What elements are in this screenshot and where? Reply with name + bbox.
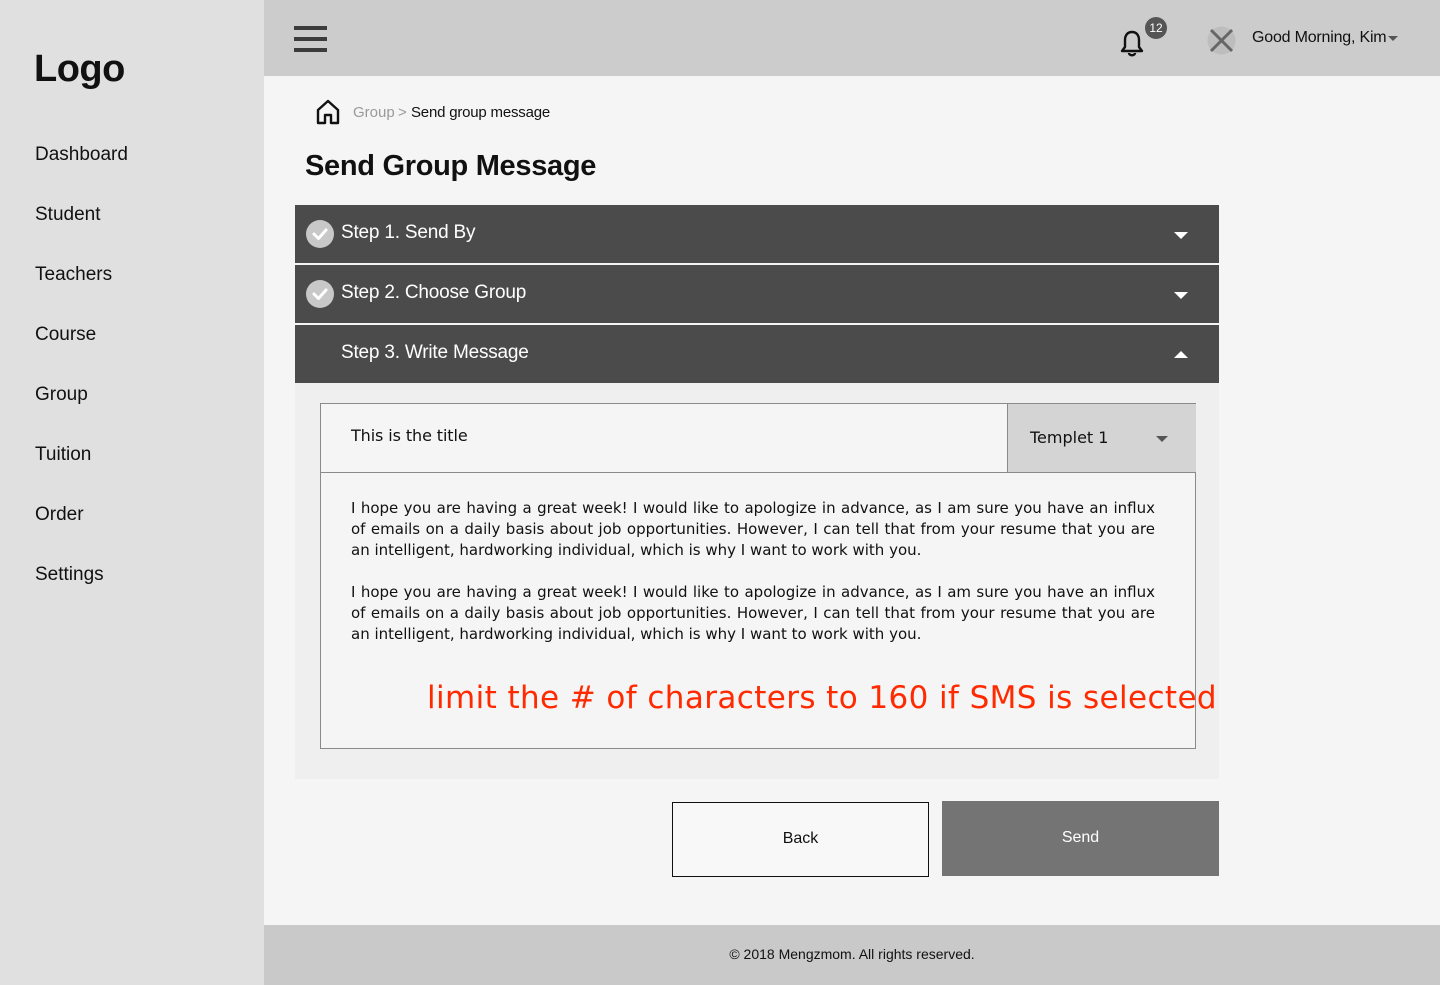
chevron-down-icon[interactable]: [1388, 36, 1398, 41]
chevron-down-icon: [1174, 232, 1188, 239]
template-selected-value: Templet 1: [1030, 428, 1109, 447]
message-body-paragraph: I hope you are having a great week! I wo…: [351, 583, 1155, 643]
step-1-header[interactable]: Step 1. Send By: [295, 205, 1219, 263]
template-select[interactable]: Templet 1: [1007, 404, 1196, 472]
hamburger-menu-icon[interactable]: [294, 26, 327, 52]
step-3-header[interactable]: Step 3. Write Message: [295, 325, 1219, 383]
sidebar-item-teachers[interactable]: Teachers: [35, 263, 112, 287]
footer: © 2018 Mengzmom. All rights reserved.: [264, 925, 1440, 985]
step-3-label: Step 3. Write Message: [341, 342, 529, 363]
design-annotation: limit the # of characters to 160 if SMS …: [427, 680, 1217, 716]
send-button-label: Send: [1061, 829, 1100, 846]
step-2-label: Step 2. Choose Group: [341, 282, 527, 303]
check-circle-icon: [306, 280, 334, 308]
copyright-text: © 2018 Mengzmom. All rights reserved.: [729, 946, 975, 962]
sidebar-item-course[interactable]: Course: [35, 323, 96, 347]
breadcrumb-current: Send group message: [411, 104, 550, 121]
chevron-down-icon: [1156, 436, 1168, 442]
sidebar-item-tuition[interactable]: Tuition: [35, 443, 91, 467]
user-greeting[interactable]: Good Morning, Kim: [1252, 29, 1387, 47]
message-body-paragraph: I hope you are having a great week! I wo…: [351, 499, 1155, 559]
top-bar: 12 Good Morning, Kim: [264, 0, 1440, 76]
back-button-label: Back: [782, 830, 819, 847]
bell-icon[interactable]: [1119, 29, 1145, 59]
home-icon[interactable]: [316, 99, 340, 125]
message-title-input[interactable]: This is the title: [351, 426, 951, 445]
back-button[interactable]: Back: [672, 802, 929, 877]
message-body-textarea[interactable]: I hope you are having a great week! I wo…: [351, 498, 1155, 666]
page-title: Send Group Message: [305, 150, 597, 182]
sidebar-item-settings[interactable]: Settings: [35, 563, 104, 587]
breadcrumb-separator: >: [398, 104, 407, 121]
chevron-up-icon: [1174, 351, 1188, 358]
step-1-label: Step 1. Send By: [341, 222, 476, 243]
sidebar-item-order[interactable]: Order: [35, 503, 84, 527]
sidebar-item-dashboard[interactable]: Dashboard: [35, 143, 128, 167]
breadcrumb-group-link[interactable]: Group: [353, 104, 395, 121]
check-circle-icon: [306, 220, 334, 248]
notification-count-badge: 12: [1145, 17, 1167, 39]
avatar-placeholder-icon[interactable]: [1207, 26, 1236, 55]
logo: Logo: [34, 48, 125, 90]
chevron-down-icon: [1174, 292, 1188, 299]
send-button[interactable]: Send: [942, 801, 1219, 876]
sidebar: Logo Dashboard Student Teachers Course G…: [0, 0, 264, 985]
title-row: This is the title Templet 1: [321, 404, 1196, 473]
step-2-header[interactable]: Step 2. Choose Group: [295, 265, 1219, 323]
sidebar-item-group[interactable]: Group: [35, 383, 88, 407]
sidebar-item-student[interactable]: Student: [35, 203, 101, 227]
